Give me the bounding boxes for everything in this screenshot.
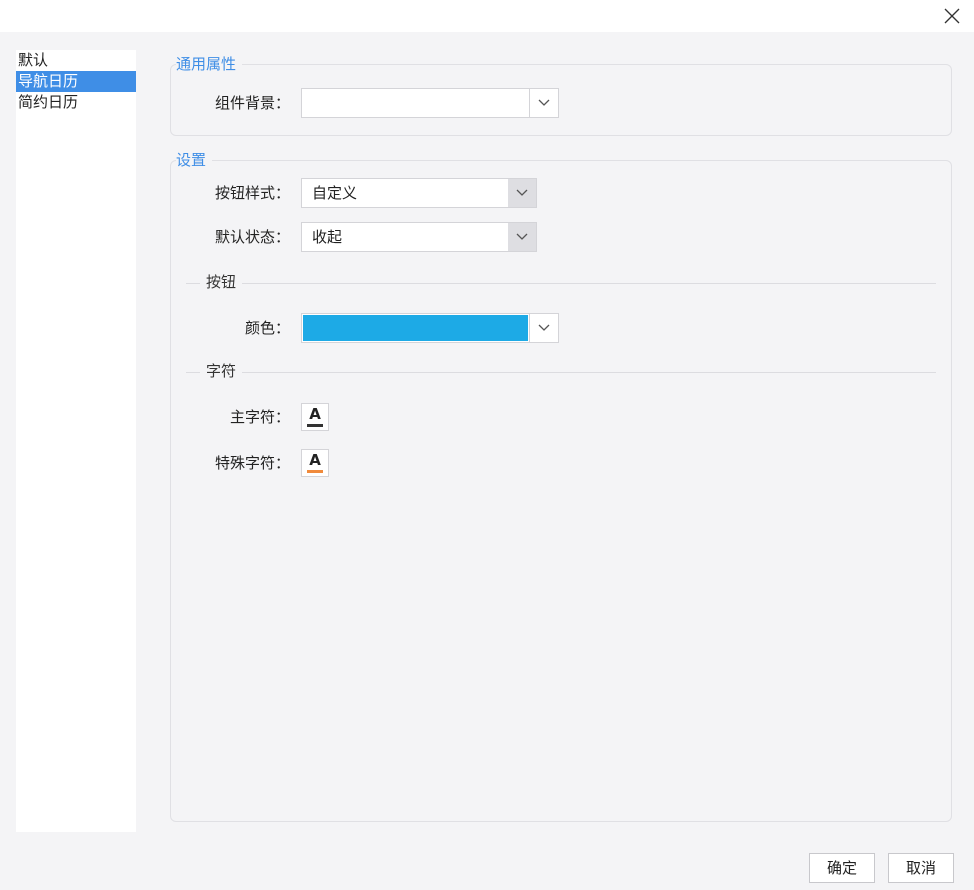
general-properties-legend: 通用属性 — [176, 55, 243, 73]
default-state-label: 默认状态： — [214, 228, 290, 246]
cancel-button[interactable]: 取消 — [888, 853, 954, 883]
color-dropdown-button[interactable] — [529, 314, 558, 342]
color-swatch — [303, 315, 528, 341]
background-select[interactable] — [301, 88, 559, 118]
settings-legend: 设置 — [176, 151, 213, 169]
style-list: 默认 导航日历 简约日历 — [16, 50, 136, 832]
font-color-icon: A — [309, 405, 321, 423]
main-char-font-button[interactable]: A — [301, 403, 329, 431]
default-state-select[interactable]: 收起 — [301, 222, 537, 252]
chevron-down-icon — [516, 233, 528, 240]
special-char-color-bar — [307, 470, 323, 473]
button-style-dropdown-button[interactable] — [508, 179, 536, 207]
main-char-color-bar — [307, 424, 323, 427]
ok-button[interactable]: 确定 — [809, 853, 875, 883]
button-style-value: 自定义 — [312, 184, 358, 202]
close-icon — [944, 8, 960, 24]
button-style-select[interactable]: 自定义 — [301, 178, 537, 208]
color-label: 颜色： — [244, 319, 290, 337]
special-char-label: 特殊字符： — [214, 454, 290, 472]
chevron-down-icon — [538, 99, 550, 106]
style-item-simple-calendar[interactable]: 简约日历 — [16, 92, 136, 113]
char-section-title: 字符 — [200, 362, 243, 380]
button-section-title: 按钮 — [200, 273, 243, 291]
font-color-icon: A — [309, 451, 321, 469]
main-char-label: 主字符： — [229, 408, 290, 426]
background-dropdown-button[interactable] — [529, 89, 558, 117]
style-item-default[interactable]: 默认 — [16, 50, 136, 71]
title-bar — [0, 0, 974, 32]
special-char-font-button[interactable]: A — [301, 449, 329, 477]
button-section-divider — [186, 283, 936, 284]
default-state-dropdown-button[interactable] — [508, 223, 536, 251]
chevron-down-icon — [538, 324, 550, 331]
close-button[interactable] — [940, 4, 964, 28]
style-item-nav-calendar[interactable]: 导航日历 — [16, 71, 136, 92]
background-label: 组件背景： — [214, 94, 290, 112]
settings-group — [170, 160, 952, 822]
button-style-label: 按钮样式： — [214, 184, 290, 202]
color-picker[interactable] — [301, 313, 559, 343]
chevron-down-icon — [516, 189, 528, 196]
default-state-value: 收起 — [312, 228, 343, 246]
char-section-divider — [186, 372, 936, 373]
